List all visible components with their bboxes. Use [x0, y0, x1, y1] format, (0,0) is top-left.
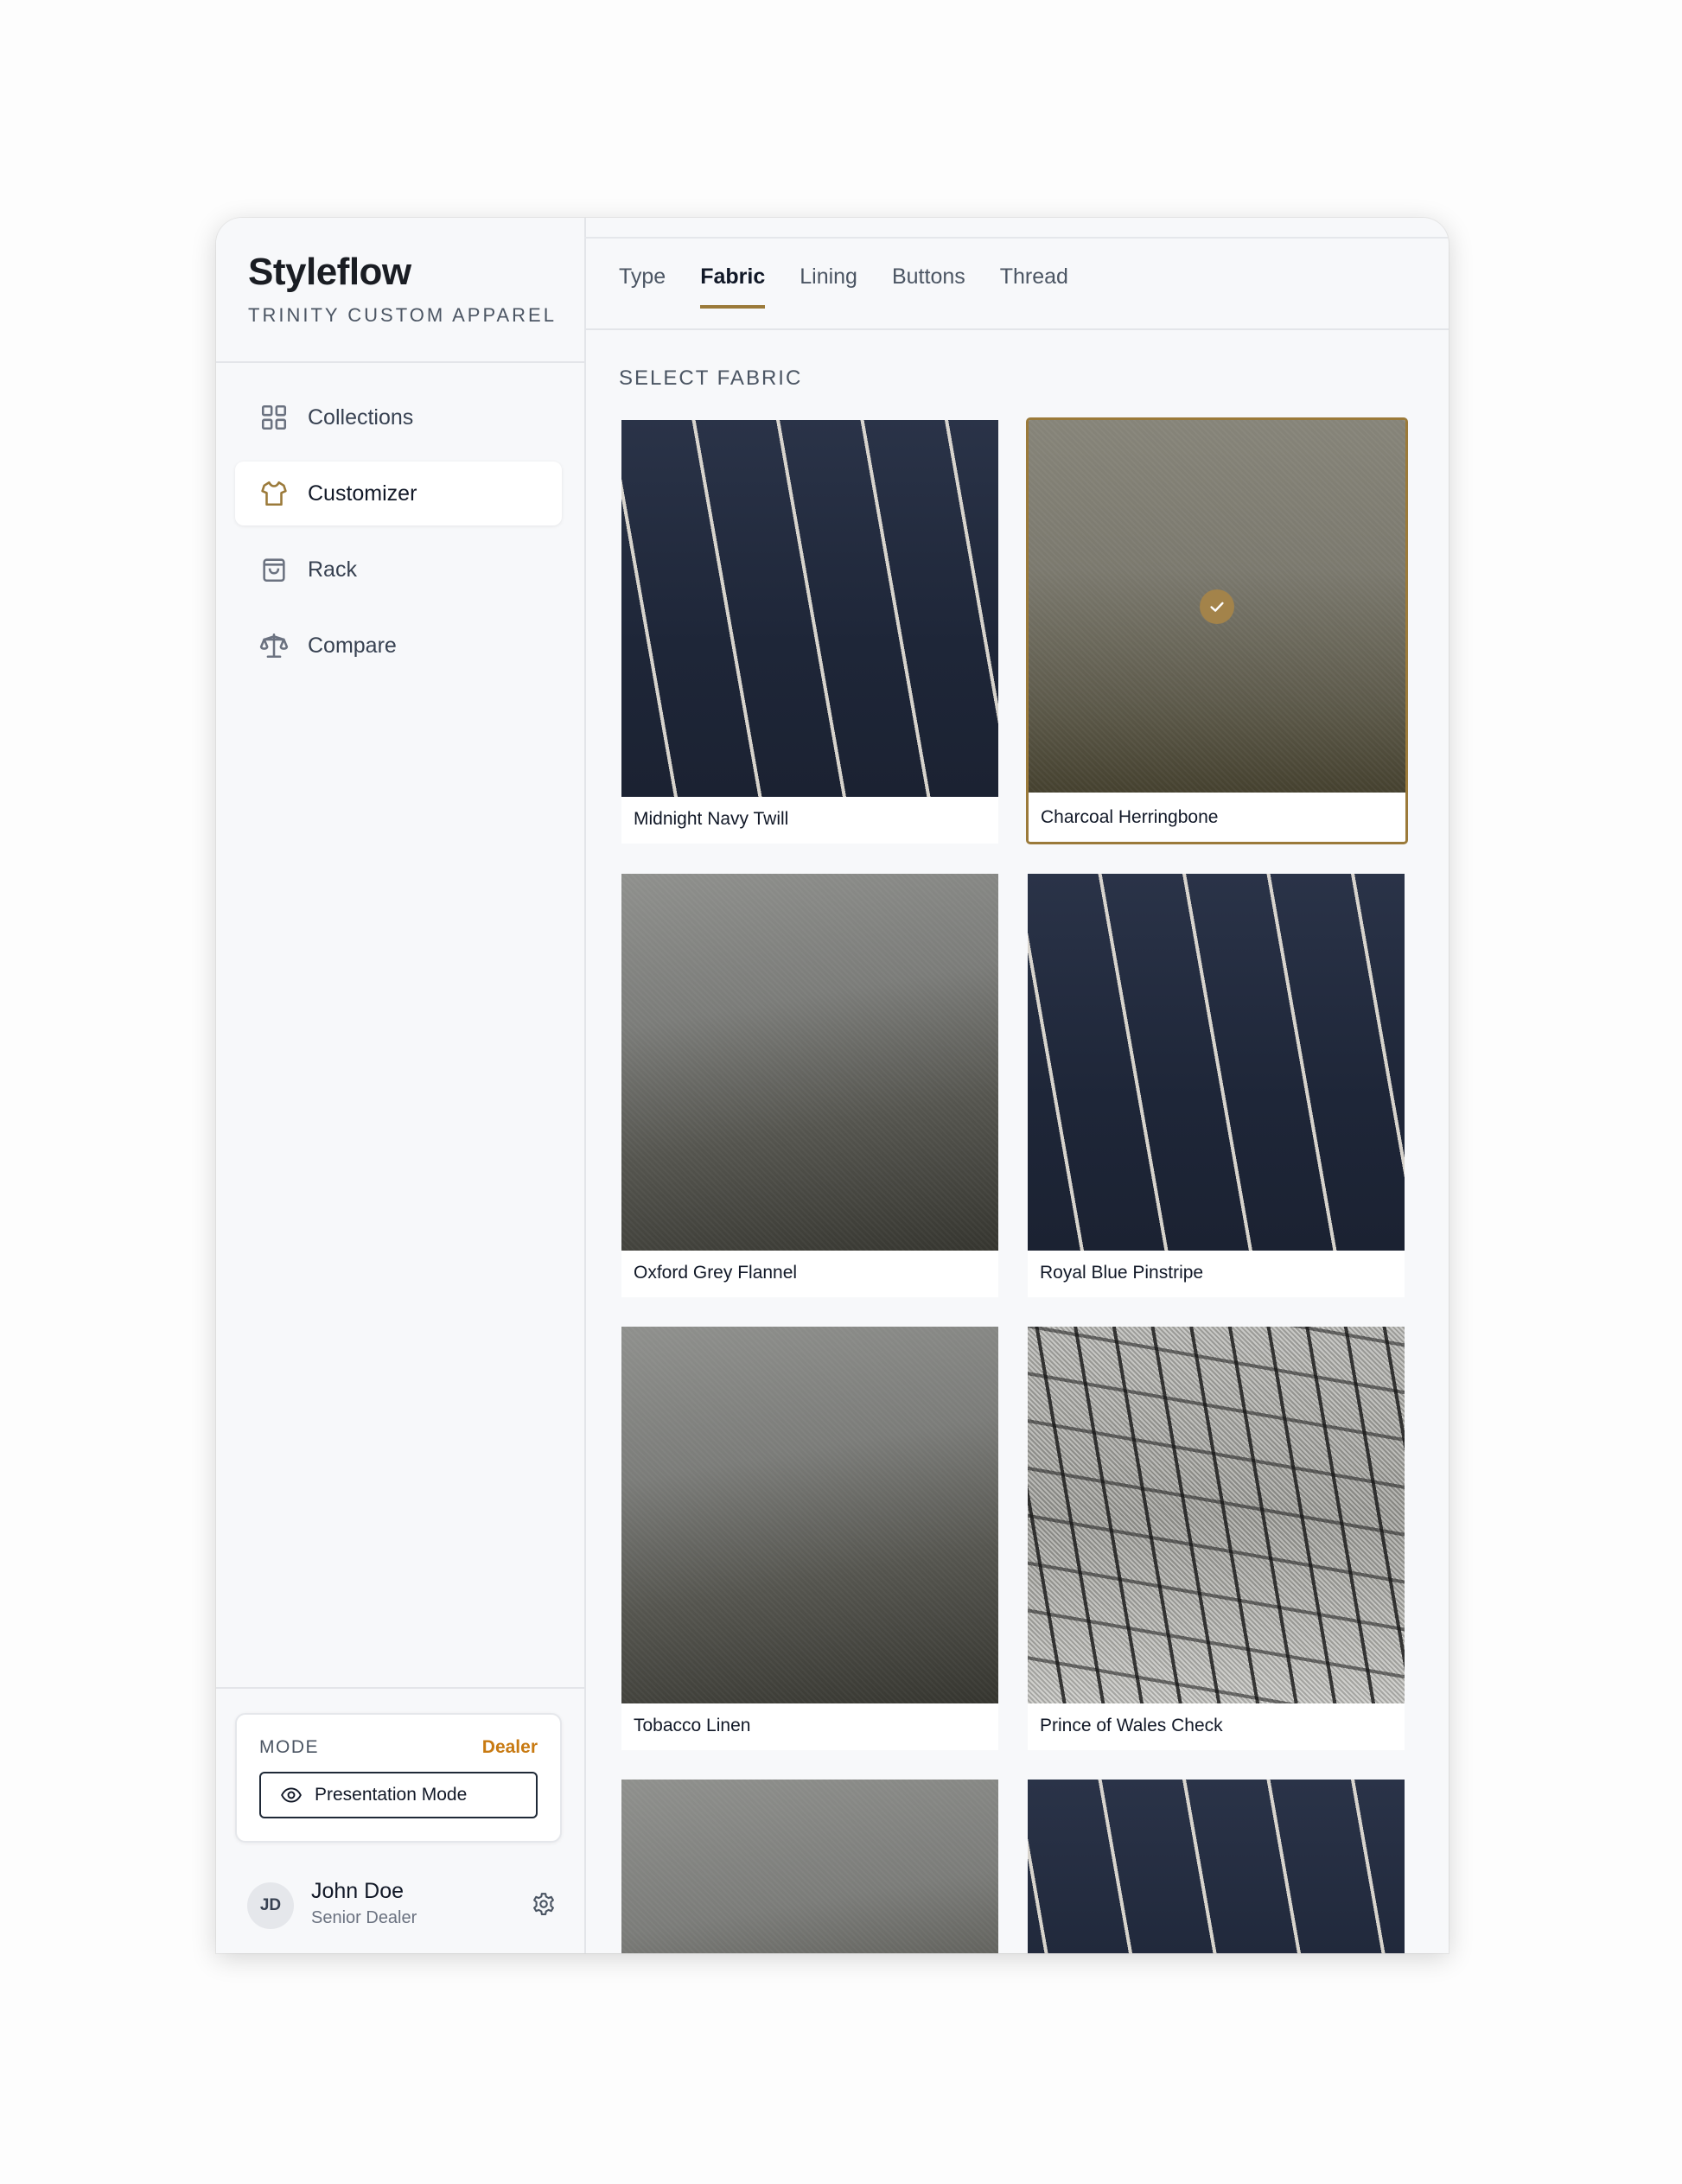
sidebar-item-label: Collections — [308, 404, 414, 430]
fabric-card[interactable]: Tobacco Linen — [621, 1327, 998, 1750]
check-icon — [1200, 589, 1234, 624]
fabric-swatch — [1028, 1780, 1405, 1953]
sidebar-nav: Collections Customizer Rack Compare — [235, 385, 562, 690]
fabric-name: Prince of Wales Check — [1040, 1716, 1223, 1735]
sidebar-divider — [216, 361, 584, 363]
grid-icon — [259, 403, 289, 432]
shopping-bag-icon — [259, 555, 289, 584]
fabric-card[interactable]: Oxford Grey Flannel — [621, 874, 998, 1297]
fabric-card-selected[interactable]: Charcoal Herringbone — [1026, 417, 1408, 844]
gear-icon[interactable] — [531, 1891, 557, 1917]
tab-type[interactable]: Type — [619, 264, 666, 309]
sidebar-bottom-divider — [216, 1687, 584, 1689]
sidebar-item-collections[interactable]: Collections — [235, 385, 562, 449]
sidebar-item-compare[interactable]: Compare — [235, 614, 562, 678]
fabric-name: Charcoal Herringbone — [1041, 807, 1219, 827]
scale-icon — [259, 631, 289, 660]
top-border — [584, 237, 1449, 239]
tab-buttons[interactable]: Buttons — [892, 264, 965, 309]
fabric-swatch — [1028, 1327, 1405, 1703]
mode-card: MODE Dealer Presentation Mode — [235, 1713, 562, 1843]
tab-lining[interactable]: Lining — [800, 264, 857, 309]
tab-fabric[interactable]: Fabric — [700, 264, 766, 309]
sidebar-item-label: Compare — [308, 633, 397, 658]
eye-icon — [281, 1787, 302, 1803]
user-profile: JD John Doe Senior Dealer — [247, 1879, 558, 1931]
sidebar-item-label: Customizer — [308, 481, 417, 506]
fabric-swatch — [1029, 420, 1405, 793]
user-name: John Doe — [311, 1879, 405, 1903]
tab-thread[interactable]: Thread — [1000, 264, 1068, 309]
fabric-card[interactable] — [621, 1780, 998, 1953]
sidebar: Styleflow TRINITY CUSTOM APPAREL Collect… — [216, 218, 586, 1953]
fabric-name: Midnight Navy Twill — [634, 809, 789, 829]
fabric-swatch — [621, 1327, 998, 1703]
fabric-name: Oxford Grey Flannel — [634, 1263, 798, 1283]
fabric-name: Tobacco Linen — [634, 1716, 751, 1735]
fabric-swatch — [621, 874, 998, 1251]
brand-title: Styleflow — [248, 251, 411, 293]
sidebar-item-rack[interactable]: Rack — [235, 538, 562, 602]
fabric-card[interactable]: Prince of Wales Check — [1028, 1327, 1405, 1750]
sidebar-item-label: Rack — [308, 557, 357, 582]
mode-value: Dealer — [481, 1737, 538, 1757]
fabric-card[interactable]: Royal Blue Pinstripe — [1028, 874, 1405, 1297]
fabric-name: Royal Blue Pinstripe — [1040, 1263, 1204, 1283]
section-title: SELECT FABRIC — [619, 366, 803, 390]
brand: Styleflow TRINITY CUSTOM APPAREL — [248, 251, 557, 327]
brand-subtitle: TRINITY CUSTOM APPAREL — [248, 304, 557, 326]
main-content: Type Fabric Lining Buttons Thread SELECT… — [584, 218, 1449, 1953]
fabric-card[interactable]: Midnight Navy Twill — [621, 420, 998, 844]
tabs-divider — [584, 328, 1449, 330]
presentation-mode-label: Presentation Mode — [315, 1785, 468, 1805]
avatar[interactable]: JD — [247, 1882, 294, 1929]
fabric-swatch — [621, 420, 998, 797]
app-window: Styleflow TRINITY CUSTOM APPAREL Collect… — [216, 218, 1449, 1953]
sidebar-item-customizer[interactable]: Customizer — [235, 462, 562, 525]
fabric-swatch — [1028, 874, 1405, 1251]
presentation-mode-button[interactable]: Presentation Mode — [259, 1772, 538, 1818]
customizer-tabs: Type Fabric Lining Buttons Thread — [619, 264, 1068, 309]
shirt-icon — [259, 479, 289, 508]
mode-label: MODE — [259, 1737, 319, 1757]
fabric-swatch — [621, 1780, 998, 1953]
fabric-card[interactable] — [1028, 1780, 1405, 1953]
user-role: Senior Dealer — [311, 1908, 417, 1927]
